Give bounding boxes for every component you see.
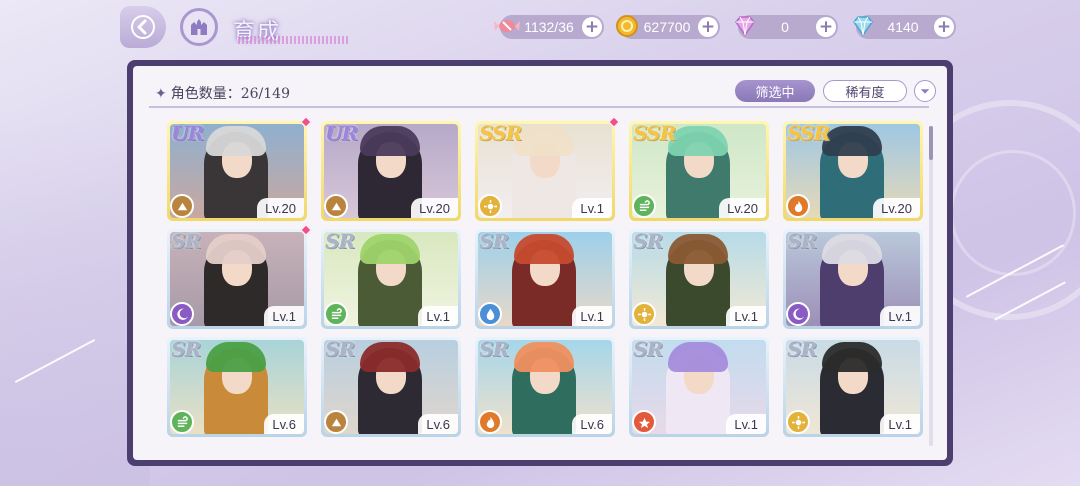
- level-label: Lv.20: [411, 198, 458, 218]
- blue-gem-icon: [848, 11, 878, 41]
- character-card[interactable]: SSR Lv.20: [783, 121, 923, 221]
- element-yellow-icon: [786, 410, 810, 434]
- home-button[interactable]: [180, 8, 218, 46]
- chevron-down-icon: [920, 89, 930, 94]
- rarity-badge: SR: [325, 337, 355, 361]
- element-earth-icon: [170, 194, 194, 218]
- level-label: Lv.1: [726, 414, 766, 434]
- level-label: Lv.1: [418, 306, 458, 326]
- character-card[interactable]: SR Lv.1: [629, 337, 769, 437]
- element-wind-icon: [170, 410, 194, 434]
- level-label: Lv.1: [880, 306, 920, 326]
- element-earth-icon: [324, 410, 348, 434]
- character-card[interactable]: SSR Lv.1: [475, 116, 620, 221]
- sparkle-icon: ✦: [155, 86, 167, 102]
- level-label: Lv.6: [418, 414, 458, 434]
- rarity-badge: SR: [171, 337, 201, 361]
- add-candy-button[interactable]: +: [582, 17, 602, 37]
- element-red-icon: [632, 410, 656, 434]
- castle-home-icon: [191, 19, 207, 35]
- element-yellow-icon: [478, 194, 502, 218]
- element-wind-icon: [632, 194, 656, 218]
- character-card[interactable]: SSR Lv.20: [629, 121, 769, 221]
- rarity-badge: SSR: [787, 121, 830, 145]
- level-label: Lv.1: [726, 306, 766, 326]
- light-streak: [14, 338, 96, 384]
- filter-button[interactable]: 筛选中: [735, 80, 815, 102]
- pink-gem-icon: [730, 11, 760, 41]
- scrollbar-thumb[interactable]: [929, 126, 933, 160]
- back-button[interactable]: [120, 6, 166, 48]
- character-card[interactable]: SR Lv.1: [475, 229, 615, 329]
- rarity-sort-button[interactable]: 稀有度: [823, 80, 907, 102]
- element-fire-icon: [786, 194, 810, 218]
- element-yellow-icon: [632, 302, 656, 326]
- element-water-icon: [478, 302, 502, 326]
- element-fire-icon: [478, 410, 502, 434]
- character-card[interactable]: UR Lv.20: [167, 116, 312, 221]
- character-count-text: 角色数量：26/149: [170, 86, 290, 102]
- add-pink-gem-button[interactable]: +: [816, 17, 836, 37]
- character-card[interactable]: SR Lv.1: [321, 229, 461, 329]
- light-streak: [965, 244, 1065, 298]
- rarity-badge: SR: [633, 337, 663, 361]
- character-card[interactable]: SR Lv.1: [629, 229, 769, 329]
- gold-coin-icon: [612, 11, 642, 41]
- level-label: Lv.1: [264, 306, 304, 326]
- divider: [149, 106, 929, 108]
- title-underline-decoration: [238, 36, 350, 44]
- grid-scrollbar[interactable]: [929, 126, 933, 446]
- rarity-badge: SR: [479, 229, 509, 253]
- rarity-badge: SSR: [633, 121, 676, 145]
- character-panel-inner: ✦ 角色数量：26/149 筛选中 稀有度 UR Lv.20 UR Lv.20 SSR Lv…: [133, 66, 947, 460]
- level-label: Lv.1: [572, 306, 612, 326]
- add-blue-gem-button[interactable]: +: [934, 17, 954, 37]
- level-label: Lv.20: [257, 198, 304, 218]
- rarity-badge: SR: [325, 229, 355, 253]
- character-card[interactable]: SR Lv.6: [475, 337, 615, 437]
- character-panel: ✦ 角色数量：26/149 筛选中 稀有度 UR Lv.20 UR Lv.20 SSR Lv…: [127, 60, 953, 466]
- character-card[interactable]: SR Lv.1: [783, 337, 923, 437]
- light-streak: [994, 281, 1066, 321]
- rarity-badge: SR: [633, 229, 663, 253]
- rarity-badge: UR: [171, 121, 204, 145]
- rarity-badge: UR: [325, 121, 358, 145]
- candy-icon: [492, 11, 522, 41]
- sort-order-toggle[interactable]: [914, 80, 936, 102]
- character-card[interactable]: UR Lv.20: [321, 121, 461, 221]
- element-wind-icon: [324, 302, 348, 326]
- rarity-badge: SSR: [479, 121, 522, 145]
- element-earth-icon: [324, 194, 348, 218]
- element-dark-icon: [786, 302, 810, 326]
- candy-resource: 1132/36 +: [494, 15, 604, 39]
- pink-gem-resource: 0 +: [735, 15, 838, 39]
- level-label: Lv.1: [880, 414, 920, 434]
- level-label: Lv.6: [572, 414, 612, 434]
- level-label: Lv.20: [873, 198, 920, 218]
- rarity-badge: SR: [787, 337, 817, 361]
- character-card[interactable]: SR Lv.1: [167, 224, 312, 329]
- gold-resource: 627700 +: [616, 15, 720, 39]
- level-label: Lv.1: [572, 198, 612, 218]
- rarity-badge: SR: [479, 337, 509, 361]
- rarity-badge: SR: [787, 229, 817, 253]
- character-grid: UR Lv.20 UR Lv.20 SSR Lv.1 SSR Lv.20 SSR Lv.20 SR L…: [167, 116, 927, 460]
- character-count-label: ✦ 角色数量：26/149: [155, 83, 290, 103]
- add-gold-button[interactable]: +: [698, 17, 718, 37]
- back-arrow-icon: [131, 15, 155, 39]
- character-card[interactable]: SR Lv.6: [321, 337, 461, 437]
- level-label: Lv.6: [264, 414, 304, 434]
- character-card[interactable]: SR Lv.6: [167, 337, 307, 437]
- level-label: Lv.20: [719, 198, 766, 218]
- blue-gem-resource: 4140 +: [853, 15, 956, 39]
- rarity-badge: SR: [171, 229, 201, 253]
- element-dark-icon: [170, 302, 194, 326]
- character-card[interactable]: SR Lv.1: [783, 229, 923, 329]
